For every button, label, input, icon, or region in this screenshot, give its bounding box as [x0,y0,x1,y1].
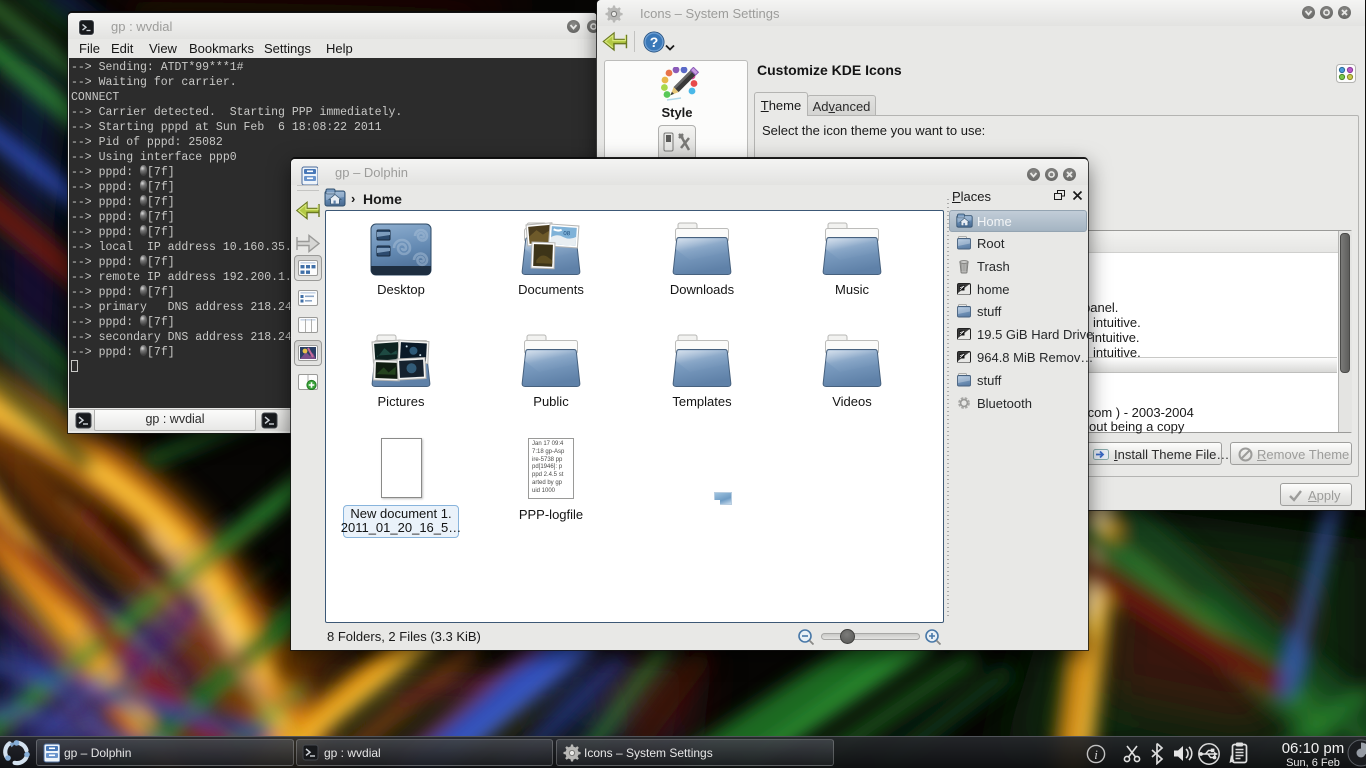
svg-text:?: ? [650,34,659,50]
svg-text:i: i [1094,747,1098,762]
